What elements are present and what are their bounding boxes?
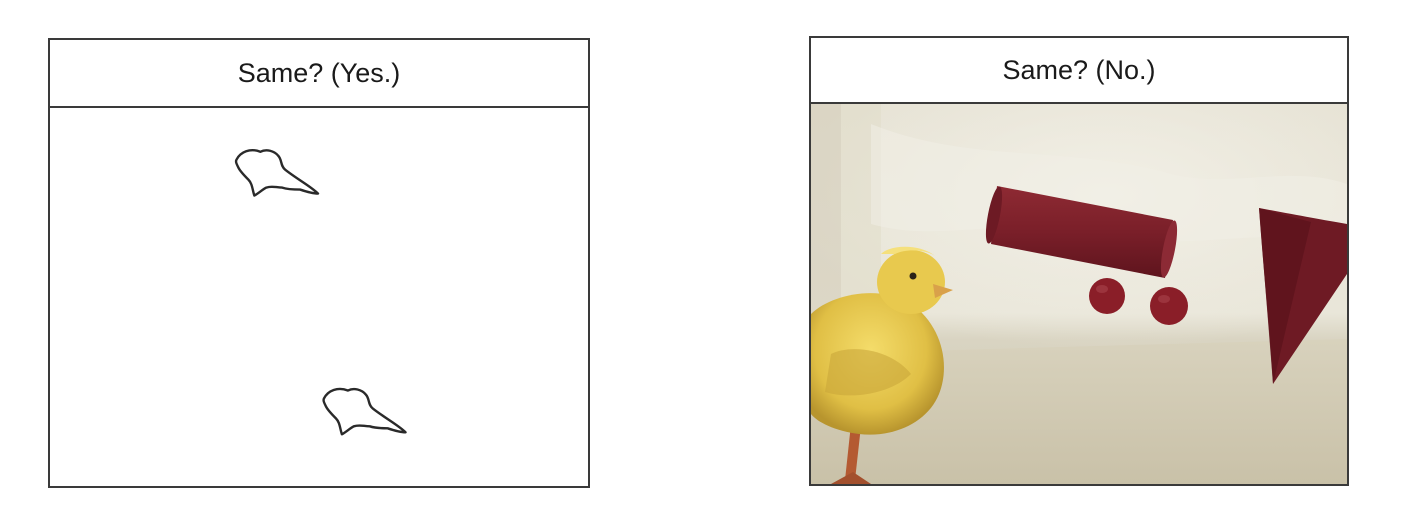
red-ball-left	[1089, 278, 1125, 314]
outline-shape-bottom	[322, 387, 407, 436]
duckling-photo	[811, 104, 1347, 484]
panel-header-yes: Same? (Yes.)	[50, 40, 588, 108]
panel-same-no: Same? (No.)	[809, 36, 1349, 486]
outline-shape-top	[234, 149, 320, 197]
outline-shapes-illustration	[234, 149, 407, 436]
panel-body-yes	[50, 108, 588, 486]
panel-header-no: Same? (No.)	[811, 38, 1347, 104]
figure: Same? (Yes.) Same? (No.)	[0, 0, 1406, 522]
panel-body-no	[811, 104, 1347, 484]
red-ball-right	[1150, 287, 1188, 325]
panel-same-yes: Same? (Yes.)	[48, 38, 590, 488]
